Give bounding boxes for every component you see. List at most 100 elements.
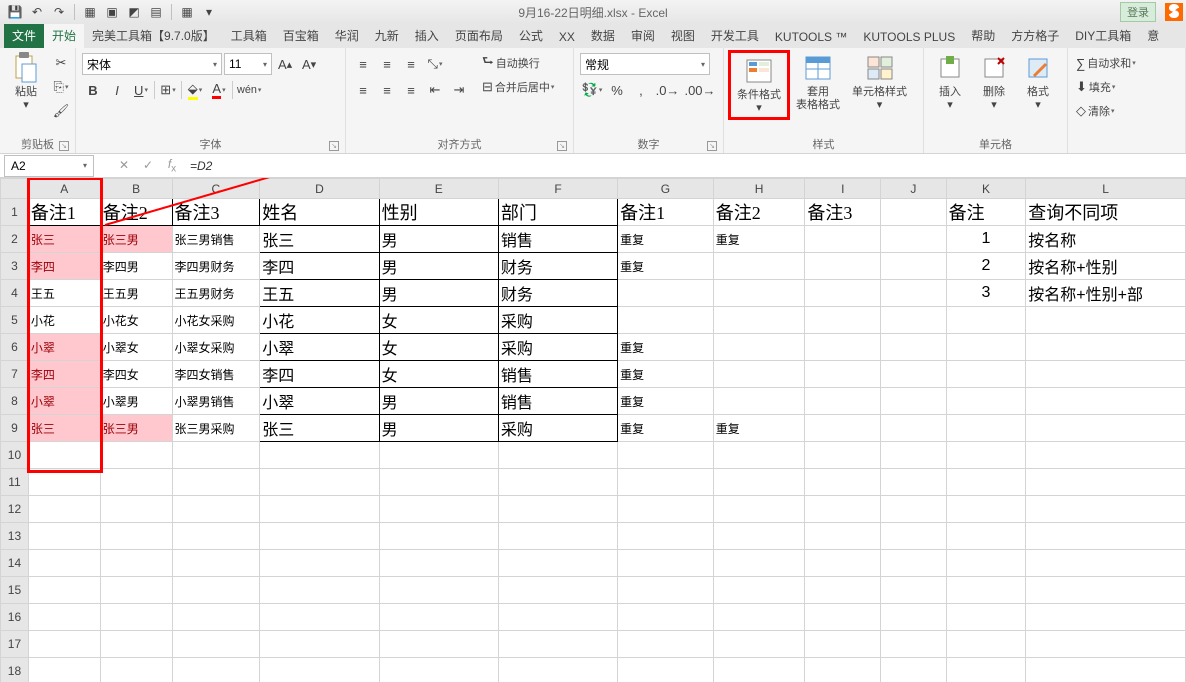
ribbon-tab[interactable]: 完美工具箱【9.7.0版】 [84,23,223,48]
cell[interactable] [713,658,805,682]
increase-decimal-icon[interactable]: .0→ [654,79,681,101]
cell-styles-button[interactable]: 单元格样式▾ [846,50,913,114]
format-painter-icon[interactable]: 🖌 [50,100,72,122]
cell[interactable] [172,631,260,658]
cell[interactable] [100,658,172,682]
cell[interactable] [28,550,100,577]
ribbon-tab[interactable]: 数据 [583,23,623,48]
qat-icon[interactable]: ▦ [80,2,100,22]
cut-icon[interactable]: ✂ [50,52,72,74]
cell[interactable] [946,361,1026,388]
cell[interactable] [260,577,379,604]
bold-icon[interactable]: B [82,79,104,101]
cell[interactable] [805,226,881,253]
cell[interactable] [805,280,881,307]
increase-font-icon[interactable]: A▴ [274,53,296,75]
cell[interactable]: 备注2 [713,199,805,226]
cell[interactable]: 备注2 [100,199,172,226]
cell[interactable] [805,388,881,415]
cell[interactable]: 备注1 [28,199,100,226]
cell[interactable]: 小翠 [260,388,379,415]
wrap-text-button[interactable]: ⮑ 自动换行 [480,52,576,74]
cell[interactable]: 小翠 [260,334,379,361]
increase-indent-icon[interactable]: ⇥ [448,79,470,101]
cell[interactable]: 小花女 [100,307,172,334]
cell[interactable] [881,361,947,388]
cell[interactable] [881,388,947,415]
cell[interactable] [260,469,379,496]
cell[interactable] [946,442,1026,469]
column-header[interactable]: B [100,179,172,199]
cell[interactable]: 李四男财务 [172,253,260,280]
cell[interactable]: 重复 [618,415,714,442]
cell[interactable]: 重复 [618,253,714,280]
row-header[interactable]: 6 [1,334,29,361]
row-header[interactable]: 14 [1,550,29,577]
cell[interactable]: 李四 [28,253,100,280]
column-header[interactable]: F [498,179,617,199]
enter-formula-icon[interactable]: ✓ [138,158,158,172]
qat-icon[interactable]: ▤ [146,2,166,22]
phonetic-icon[interactable]: wén▾ [235,79,263,101]
cell[interactable] [1026,631,1186,658]
cell[interactable] [100,496,172,523]
cell[interactable]: 采购 [498,307,617,334]
cell[interactable] [379,658,498,682]
cell[interactable] [1026,523,1186,550]
row-header[interactable]: 10 [1,442,29,469]
cell[interactable] [881,307,947,334]
cell[interactable] [498,496,617,523]
cell[interactable] [1026,415,1186,442]
orientation-icon[interactable]: ⤡▾ [424,53,446,75]
column-header[interactable]: C [172,179,260,199]
cell[interactable] [946,469,1026,496]
autosum-button[interactable]: ∑ 自动求和▾ [1074,52,1162,74]
cell[interactable] [498,631,617,658]
underline-icon[interactable]: U▾ [130,79,152,101]
cell[interactable] [946,307,1026,334]
cell[interactable]: 小翠男 [100,388,172,415]
cell[interactable] [100,469,172,496]
ribbon-tab[interactable]: DIY工具箱 [1067,23,1139,48]
cell[interactable] [498,550,617,577]
column-header[interactable]: D [260,179,379,199]
cell[interactable] [28,469,100,496]
decrease-decimal-icon[interactable]: .00→ [683,79,717,101]
cell[interactable] [260,550,379,577]
ribbon-tab[interactable]: 开发工具 [703,23,767,48]
cell[interactable] [172,550,260,577]
cell[interactable] [881,658,947,682]
column-header[interactable]: H [713,179,805,199]
cell[interactable] [172,442,260,469]
qat-icon[interactable]: ▾ [199,2,219,22]
cell[interactable] [172,604,260,631]
cell[interactable]: 财务 [498,280,617,307]
cell[interactable] [805,442,881,469]
number-format-combo[interactable]: 常规▾ [580,53,710,75]
cell[interactable] [713,334,805,361]
sogou-icon[interactable] [1162,0,1186,24]
login-button[interactable]: 登录 [1120,2,1156,22]
align-middle-icon[interactable]: ≡ [376,53,398,75]
row-header[interactable]: 4 [1,280,29,307]
cell[interactable] [881,550,947,577]
cell[interactable] [713,496,805,523]
cell[interactable] [100,577,172,604]
cell[interactable] [1026,496,1186,523]
cell[interactable]: 张三 [260,226,379,253]
undo-icon[interactable]: ↶ [27,2,47,22]
cell[interactable] [713,523,805,550]
clear-button[interactable]: ◇ 清除▾ [1074,100,1162,122]
cell[interactable]: 重复 [713,226,805,253]
cell[interactable] [618,550,714,577]
cell[interactable] [379,496,498,523]
row-header[interactable]: 18 [1,658,29,682]
cell[interactable]: 小翠男销售 [172,388,260,415]
cell[interactable]: 按名称+性别 [1026,253,1186,280]
row-header[interactable]: 8 [1,388,29,415]
column-header[interactable]: L [1026,179,1186,199]
cell[interactable] [946,388,1026,415]
cell[interactable] [172,577,260,604]
ribbon-tab[interactable]: 工具箱 [223,23,275,48]
border-icon[interactable]: ⊞▾ [157,79,179,101]
